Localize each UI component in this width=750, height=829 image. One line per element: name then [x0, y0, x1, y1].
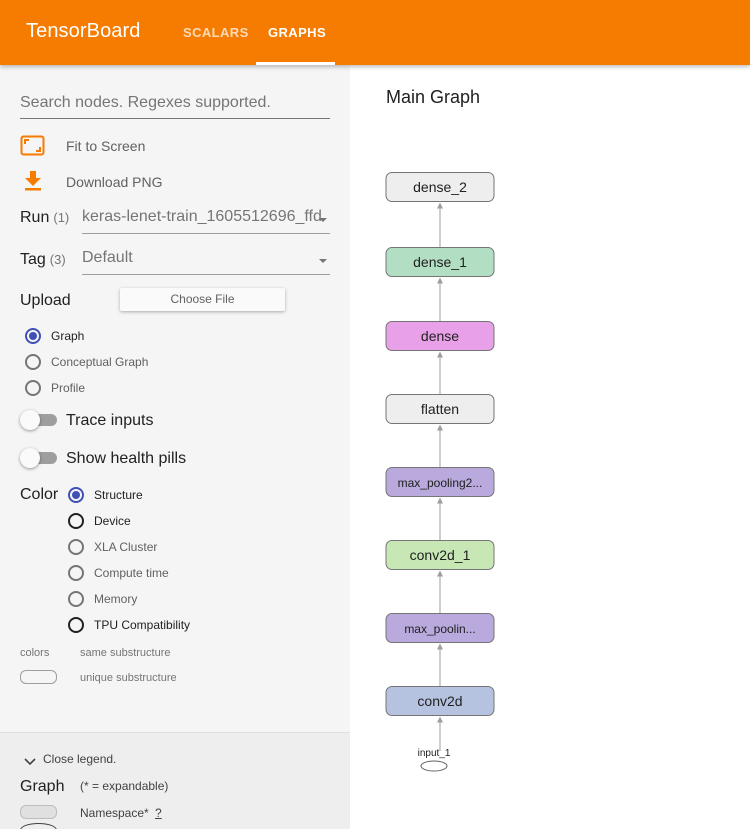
- radio-color-compute-time-label: Compute time: [94, 566, 169, 580]
- radio-profile[interactable]: [25, 380, 41, 396]
- namespace-label: Namespace* ?: [80, 806, 162, 820]
- radio-color-compute-time[interactable]: [68, 565, 84, 581]
- colors-label: colors: [20, 647, 50, 659]
- chevron-down-icon: [319, 218, 327, 222]
- run-label-text: Run: [20, 209, 50, 226]
- active-tab-indicator: [256, 62, 335, 65]
- radio-color-tpu[interactable]: [68, 617, 84, 633]
- graph-node[interactable]: conv2d: [385, 686, 495, 716]
- tag-select-value: Default: [82, 249, 133, 266]
- unique-substructure-swatch: [20, 670, 57, 684]
- graph-node-label: dense_1: [413, 254, 467, 270]
- legend-graph-label: Graph: [20, 778, 65, 795]
- graph-node-label: max_pooling2...: [398, 476, 483, 490]
- toggle-knob: [20, 448, 40, 468]
- radio-color-xla-cluster[interactable]: [68, 539, 84, 555]
- top-app-bar: TensorBoard SCALARS GRAPHS: [0, 0, 750, 65]
- run-select-value: keras-lenet-train_1605512696_ffd: [82, 208, 322, 225]
- radio-color-xla-cluster-label: XLA Cluster: [94, 540, 158, 554]
- edge-arrow: [437, 424, 443, 431]
- edge-arrow: [437, 277, 443, 284]
- graph-node-label: max_poolin...: [404, 622, 475, 636]
- search-input[interactable]: Search nodes. Regexes supported.: [20, 94, 330, 119]
- radio-profile-label: Profile: [51, 381, 86, 395]
- graph-node-label: conv2d: [417, 693, 462, 709]
- namespace-swatch: [20, 805, 57, 819]
- health-pills-toggle[interactable]: [20, 447, 57, 468]
- graph-canvas[interactable]: dense_2 dense_1dense flatten max_pooling2..…: [350, 65, 750, 829]
- edge-arrow: [437, 497, 443, 504]
- health-pills-label: Show health pills: [66, 450, 187, 467]
- graph-node[interactable]: flatten: [385, 394, 495, 424]
- tag-label-text: Tag: [20, 251, 46, 268]
- radio-color-device-label: Device: [94, 514, 131, 528]
- namespace-help-link[interactable]: ?: [155, 806, 162, 820]
- radio-color-device[interactable]: [68, 513, 84, 529]
- run-label: Run (1): [20, 209, 69, 227]
- chevron-down-icon: [319, 259, 327, 263]
- color-label: Color: [20, 486, 59, 503]
- radio-color-structure[interactable]: [68, 487, 84, 503]
- fit-to-screen-button[interactable]: Fit to Screen: [66, 138, 145, 154]
- unique-substructure-label: unique substructure: [80, 672, 177, 684]
- namespace-text: Namespace*: [80, 806, 149, 820]
- close-legend-button[interactable]: Close legend.: [43, 752, 116, 766]
- tag-count: (3): [49, 252, 66, 267]
- download-icon[interactable]: [24, 171, 42, 196]
- graph-node[interactable]: dense_1: [385, 247, 495, 277]
- graph-node-label: dense_2: [413, 179, 467, 195]
- upload-label: Upload: [20, 292, 71, 309]
- chevron-down-icon[interactable]: [24, 754, 36, 772]
- radio-conceptual-graph[interactable]: [25, 354, 41, 370]
- graph-node[interactable]: max_pooling2...: [385, 467, 495, 497]
- trace-inputs-toggle[interactable]: [20, 409, 57, 430]
- input-node-label: input_1: [418, 748, 451, 759]
- graph-node[interactable]: dense: [385, 321, 495, 351]
- graph-node[interactable]: max_poolin...: [385, 613, 495, 643]
- radio-graph[interactable]: [25, 328, 41, 344]
- app-title: TensorBoard: [26, 20, 141, 42]
- edge-arrow: [437, 202, 443, 209]
- radio-color-memory[interactable]: [68, 591, 84, 607]
- same-substructure-label: same substructure: [80, 647, 171, 659]
- radio-color-structure-label: Structure: [94, 488, 143, 502]
- edge-arrow: [437, 643, 443, 650]
- graph-node-label: conv2d_1: [410, 547, 471, 563]
- tag-label: Tag (3): [20, 251, 66, 269]
- fit-to-screen-icon[interactable]: [20, 135, 45, 161]
- graph-node[interactable]: conv2d_1: [385, 540, 495, 570]
- edge-arrow: [437, 716, 443, 723]
- toggle-knob: [20, 410, 40, 430]
- radio-color-tpu-label: TPU Compatibility: [94, 618, 191, 632]
- edge-arrow: [437, 570, 443, 577]
- graph-node-label: flatten: [421, 401, 459, 417]
- tab-scalars[interactable]: SCALARS: [183, 25, 249, 40]
- run-count: (1): [53, 210, 70, 225]
- tag-select[interactable]: Default: [82, 249, 330, 275]
- tab-graphs[interactable]: GRAPHS: [268, 25, 326, 40]
- edge-arrow: [437, 351, 443, 358]
- radio-color-memory-label: Memory: [94, 592, 138, 606]
- radio-graph-label: Graph: [51, 329, 85, 343]
- choose-file-button[interactable]: Choose File: [120, 288, 285, 311]
- download-png-button[interactable]: Download PNG: [66, 174, 163, 190]
- trace-inputs-label: Trace inputs: [66, 412, 154, 429]
- input-node-shape[interactable]: [420, 760, 448, 772]
- graph-node[interactable]: dense_2: [385, 172, 495, 202]
- expandable-note: (* = expandable): [80, 779, 169, 793]
- graph-node-label: dense: [421, 328, 459, 344]
- radio-conceptual-graph-label: Conceptual Graph: [51, 355, 149, 369]
- run-select[interactable]: keras-lenet-train_1605512696_ffd: [82, 208, 330, 234]
